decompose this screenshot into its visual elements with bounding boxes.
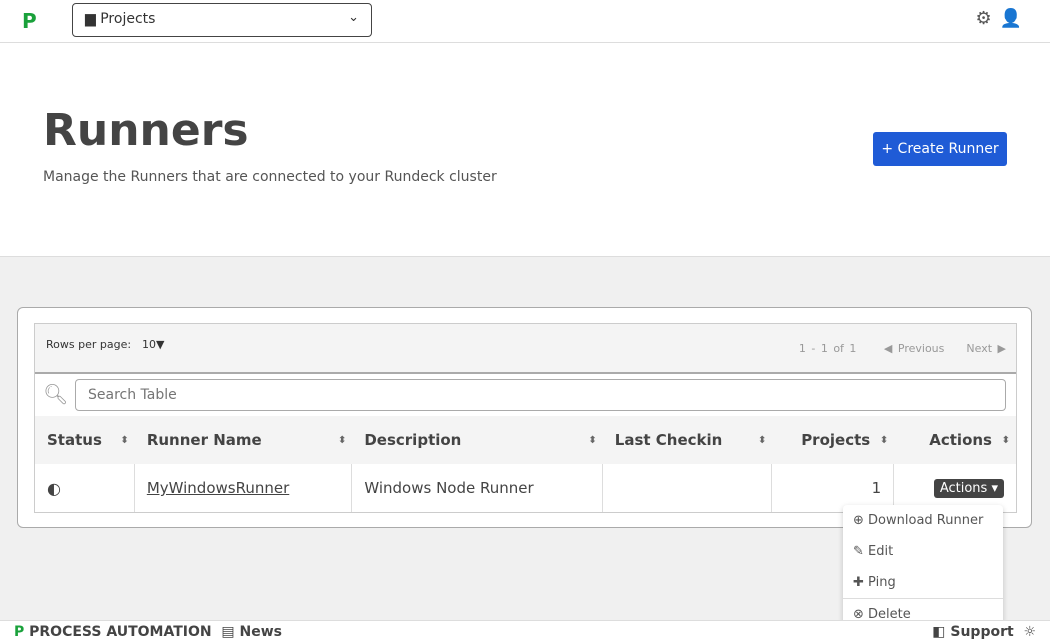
support-link[interactable]: ◧ Support (932, 624, 1013, 640)
menu-label: Edit (868, 544, 894, 559)
menu-label: Ping (868, 575, 896, 590)
previous-button[interactable]: ◀ Previous (884, 342, 944, 355)
actions-label: Actions (939, 480, 988, 496)
footer: P PROCESS AUTOMATION ▤ News ◧ Support ☼ (0, 620, 1050, 643)
page-title: Runners (43, 105, 249, 156)
runner-description: Windows Node Runner (364, 479, 534, 497)
pagination-bar: Rows per page: 10▼ 1 - 1 of 1 ◀ Previous… (35, 324, 1016, 374)
menu-item-ping[interactable]: ✚ Ping (843, 567, 1003, 598)
top-navbar: P ▆ Projects ⌄ ⚙👤 (0, 0, 1050, 43)
support-label: Support (950, 624, 1014, 640)
project-selector-label: Projects (100, 11, 156, 27)
theme-icon[interactable]: ☼ (1023, 624, 1036, 640)
search-bar: 🔍︎ (35, 374, 1016, 416)
actions-menu: ⊕ Download Runner ✎ Edit ✚ Ping ⊗ Delete (843, 505, 1003, 625)
support-icon: ◧ (932, 624, 946, 640)
chevron-down-icon: ⌄ (348, 10, 359, 25)
page-subtitle: Manage the Runners that are connected to… (43, 169, 497, 185)
column-header-description[interactable]: Description ⬍ (352, 416, 602, 464)
sort-icon[interactable]: ⬍ (588, 435, 596, 446)
column-label: Runner Name (146, 431, 262, 449)
gear-icon[interactable]: ⚙ (975, 8, 999, 29)
previous-label: Previous (897, 342, 945, 355)
next-button[interactable]: Next ▶ (966, 342, 1006, 355)
sort-icon[interactable]: ⬍ (120, 435, 128, 446)
rows-per-page-select[interactable]: 10▼ (142, 338, 164, 351)
create-runner-button[interactable]: + Create Runner (873, 132, 1007, 166)
column-label: Projects (801, 431, 871, 449)
column-label: Status (47, 431, 102, 449)
edit-icon: ✎ (853, 544, 864, 559)
page-header: Runners Manage the Runners that are conn… (0, 43, 1050, 257)
newspaper-icon: ▤ (221, 624, 235, 640)
search-icon: 🔍︎ (43, 382, 69, 406)
column-label: Description (364, 431, 462, 449)
runner-name-link[interactable]: MyWindowsRunner (147, 479, 289, 497)
download-icon: ⊕ (853, 513, 864, 528)
sort-icon[interactable]: ⬍ (880, 435, 888, 446)
sort-icon[interactable]: ⬍ (338, 435, 346, 446)
column-header-last-checkin[interactable]: Last Checkin ⬍ (603, 416, 773, 464)
plus-icon: ✚ (853, 575, 864, 590)
column-header-status[interactable]: Status ⬍ (35, 416, 135, 464)
column-header-runner-name[interactable]: Runner Name ⬍ (135, 416, 353, 464)
app-logo[interactable]: P (22, 9, 37, 33)
rows-per-page-label: Rows per page: (46, 338, 132, 351)
actions-dropdown-button[interactable]: Actions ▾ (933, 478, 1004, 498)
next-label: Next (966, 342, 993, 355)
runner-projects-count: 1 (871, 479, 882, 497)
sort-icon[interactable]: ⬍ (758, 435, 766, 446)
sort-icon[interactable]: ⬍ (1002, 435, 1010, 446)
page-info: 1 - 1 of 1 (798, 342, 857, 355)
project-selector[interactable]: ▆ Projects ⌄ (72, 3, 372, 37)
runners-card: Rows per page: 10▼ 1 - 1 of 1 ◀ Previous… (17, 307, 1032, 528)
footer-brand: PROCESS AUTOMATION (29, 624, 212, 640)
column-label: Last Checkin (614, 431, 723, 449)
news-link[interactable]: ▤ News (221, 624, 282, 640)
rows-per-page-value: 10 (142, 338, 156, 351)
news-label: News (239, 624, 282, 640)
menu-label: Download Runner (868, 513, 984, 528)
table-header: Status ⬍ Runner Name ⬍ Description ⬍ Last C… (35, 416, 1016, 464)
column-header-projects[interactable]: Projects ⬍ (772, 416, 894, 464)
menu-item-edit[interactable]: ✎ Edit (843, 536, 1003, 567)
runners-table: Rows per page: 10▼ 1 - 1 of 1 ◀ Previous… (34, 323, 1017, 513)
half-circle-icon: ◐ (47, 478, 61, 498)
search-input[interactable] (75, 379, 1006, 411)
column-label: Actions (929, 431, 992, 449)
column-header-actions[interactable]: Actions ⬍ (894, 416, 1016, 464)
menu-item-download-runner[interactable]: ⊕ Download Runner (843, 505, 1003, 536)
briefcase-icon: ▆ (85, 11, 96, 27)
user-icon[interactable]: 👤 (1000, 8, 1030, 29)
brand-logo: P (14, 624, 25, 640)
